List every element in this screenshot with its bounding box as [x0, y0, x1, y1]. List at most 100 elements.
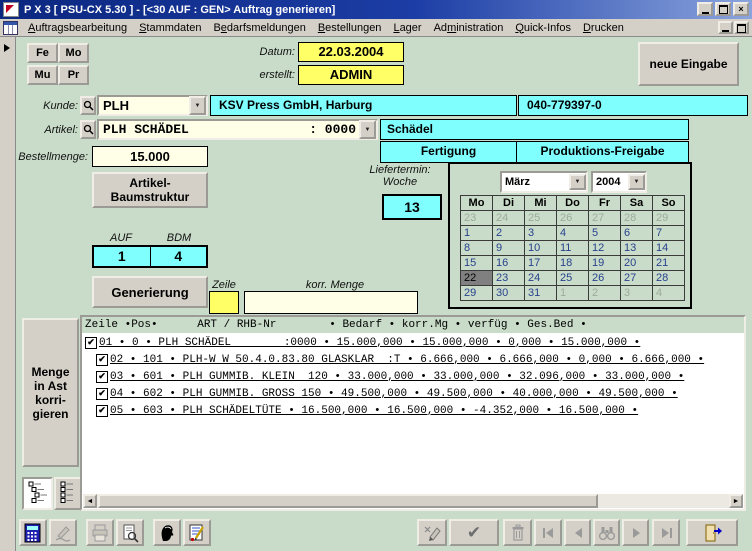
calculator-button[interactable]	[19, 519, 47, 546]
korr-menge-input[interactable]	[244, 291, 418, 314]
calendar-day[interactable]: 25	[525, 211, 557, 226]
chevron-down-icon[interactable]: ▼	[569, 174, 586, 190]
menu-stammdaten[interactable]: Stammdaten	[133, 21, 207, 35]
scrollbar-thumb[interactable]	[98, 494, 598, 508]
calendar-day[interactable]: 8	[461, 241, 493, 256]
menu-auftragsbearbeitung[interactable]: Auftragsbearbeitung	[22, 21, 133, 35]
artikel-baumstruktur-button[interactable]: Artikel- Baumstruktur	[92, 172, 208, 208]
calendar-day[interactable]: 3	[621, 286, 653, 301]
chevron-down-icon[interactable]: ▼	[189, 96, 206, 115]
calendar-day[interactable]: 23	[461, 211, 493, 226]
calendar-day[interactable]: 24	[525, 271, 557, 286]
calendar-day[interactable]: 3	[525, 226, 557, 241]
calendar-day[interactable]: 6	[621, 226, 653, 241]
neue-eingabe-button[interactable]: neue Eingabe	[638, 42, 739, 86]
calendar-day[interactable]: 4	[557, 226, 589, 241]
scroll-left-button[interactable]: ◄	[83, 494, 97, 508]
print-preview-button[interactable]	[116, 519, 144, 546]
calendar-day[interactable]: 11	[557, 241, 589, 256]
calendar-day[interactable]: 18	[557, 256, 589, 271]
scroll-right-button[interactable]: ►	[729, 494, 743, 508]
calendar-day[interactable]: 12	[589, 241, 621, 256]
calendar-day[interactable]: 2	[493, 226, 525, 241]
calendar-day[interactable]: 29	[461, 286, 493, 301]
menu-lager[interactable]: Lager	[387, 21, 427, 35]
calendar-day[interactable]: 4	[653, 286, 685, 301]
mdi-restore-button[interactable]	[734, 21, 749, 34]
search-records-button[interactable]	[593, 519, 620, 546]
row-checkbox[interactable]: ✔	[96, 388, 108, 400]
calendar-day[interactable]: 9	[493, 241, 525, 256]
previous-record-button[interactable]	[564, 519, 591, 546]
calendar-day[interactable]: 16	[493, 256, 525, 271]
calendar-day[interactable]: 1	[461, 226, 493, 241]
calendar-day[interactable]: 1	[557, 286, 589, 301]
kunde-search-button[interactable]	[80, 96, 96, 115]
minimize-button[interactable]	[697, 2, 713, 16]
first-record-button[interactable]	[534, 519, 562, 546]
grid-row[interactable]: ✔04 • 602 • PLH GUMMIB. GROSS 150 • 49.5…	[93, 385, 744, 402]
grid-row[interactable]: ✔01 • 0 • PLH SCHÄDEL :0000 • 15.000,000…	[82, 334, 744, 351]
fe-button[interactable]: Fe	[27, 43, 58, 63]
delete-button[interactable]	[503, 519, 532, 546]
close-button[interactable]: ×	[733, 2, 749, 16]
calendar-day[interactable]: 19	[589, 256, 621, 271]
grid-row[interactable]: ✔03 • 601 • PLH GUMMIB. KLEIN 120 • 33.0…	[93, 368, 744, 385]
tree-view-toggle-button[interactable]	[22, 477, 53, 510]
next-record-button[interactable]	[622, 519, 649, 546]
calendar-day[interactable]: 20	[621, 256, 653, 271]
calendar-day[interactable]: 28	[621, 211, 653, 226]
calendar-day[interactable]: 17	[525, 256, 557, 271]
calendar-month-select[interactable]: März ▼	[500, 171, 588, 193]
correction-pen-button[interactable]	[417, 519, 447, 546]
calendar-day-selected[interactable]: 22	[461, 271, 493, 286]
status-fertigung[interactable]: Fertigung	[380, 141, 516, 163]
mdi-minimize-button[interactable]	[718, 21, 733, 34]
calendar-day[interactable]: 5	[589, 226, 621, 241]
calendar-day[interactable]: 26	[589, 271, 621, 286]
mdi-child-icon[interactable]	[3, 21, 18, 35]
notes-button[interactable]	[183, 519, 211, 546]
calendar-day[interactable]: 10	[525, 241, 557, 256]
print-button[interactable]	[86, 519, 114, 546]
artikel-search-button[interactable]	[80, 120, 96, 139]
calendar-day[interactable]: 30	[493, 286, 525, 301]
calendar-day[interactable]: 15	[461, 256, 493, 271]
last-record-button[interactable]	[652, 519, 680, 546]
calendar-day[interactable]: 13	[621, 241, 653, 256]
artikel-combobox[interactable]: PLH SCHÄDEL : 0000 ▼	[97, 119, 378, 140]
calendar-day[interactable]: 25	[557, 271, 589, 286]
sign-button[interactable]	[49, 519, 77, 546]
flat-view-toggle-button[interactable]	[54, 477, 82, 510]
liefertermin-woche-value[interactable]: 13	[382, 194, 442, 220]
calendar-day[interactable]: 23	[493, 271, 525, 286]
row-checkbox[interactable]: ✔	[96, 354, 108, 366]
calendar-day[interactable]: 26	[557, 211, 589, 226]
exit-button[interactable]	[686, 519, 738, 546]
calendar-day[interactable]: 7	[653, 226, 685, 241]
menu-bestellungen[interactable]: Bestellungen	[312, 21, 388, 35]
menu-bedarfsmeldungen[interactable]: Bedarfsmeldungen	[207, 21, 311, 35]
calendar-day[interactable]: 29	[653, 211, 685, 226]
mu-button[interactable]: Mu	[27, 65, 58, 85]
pr-button[interactable]: Pr	[58, 65, 89, 85]
calendar-year-select[interactable]: 2004 ▼	[591, 171, 647, 193]
grid-row[interactable]: ✔02 • 101 • PLH-W W 50.4.0.83.80 GLASKLA…	[93, 351, 744, 368]
calendar-day[interactable]: 14	[653, 241, 685, 256]
row-checkbox[interactable]: ✔	[85, 337, 97, 349]
calendar-day[interactable]: 21	[653, 256, 685, 271]
grid-row[interactable]: ✔05 • 603 • PLH SCHÄDELTÜTE • 16.500,000…	[93, 402, 744, 419]
status-produktions-freigabe[interactable]: Produktions-Freigabe	[516, 141, 689, 163]
menu-quickinfos[interactable]: Quick-Infos	[509, 21, 577, 35]
calendar-day[interactable]: 2	[589, 286, 621, 301]
horizontal-scrollbar[interactable]: ◄ ►	[83, 494, 743, 508]
calendar-day[interactable]: 24	[493, 211, 525, 226]
kunde-combobox[interactable]: PLH ▼	[97, 95, 208, 116]
menu-drucken[interactable]: Drucken	[577, 21, 630, 35]
calendar-day[interactable]: 31	[525, 286, 557, 301]
confirm-button[interactable]: ✔	[449, 519, 499, 546]
calendar-day[interactable]: 28	[653, 271, 685, 286]
row-checkbox[interactable]: ✔	[96, 405, 108, 417]
mo-button[interactable]: Mo	[58, 43, 89, 63]
menu-administration[interactable]: Administration	[428, 21, 510, 35]
